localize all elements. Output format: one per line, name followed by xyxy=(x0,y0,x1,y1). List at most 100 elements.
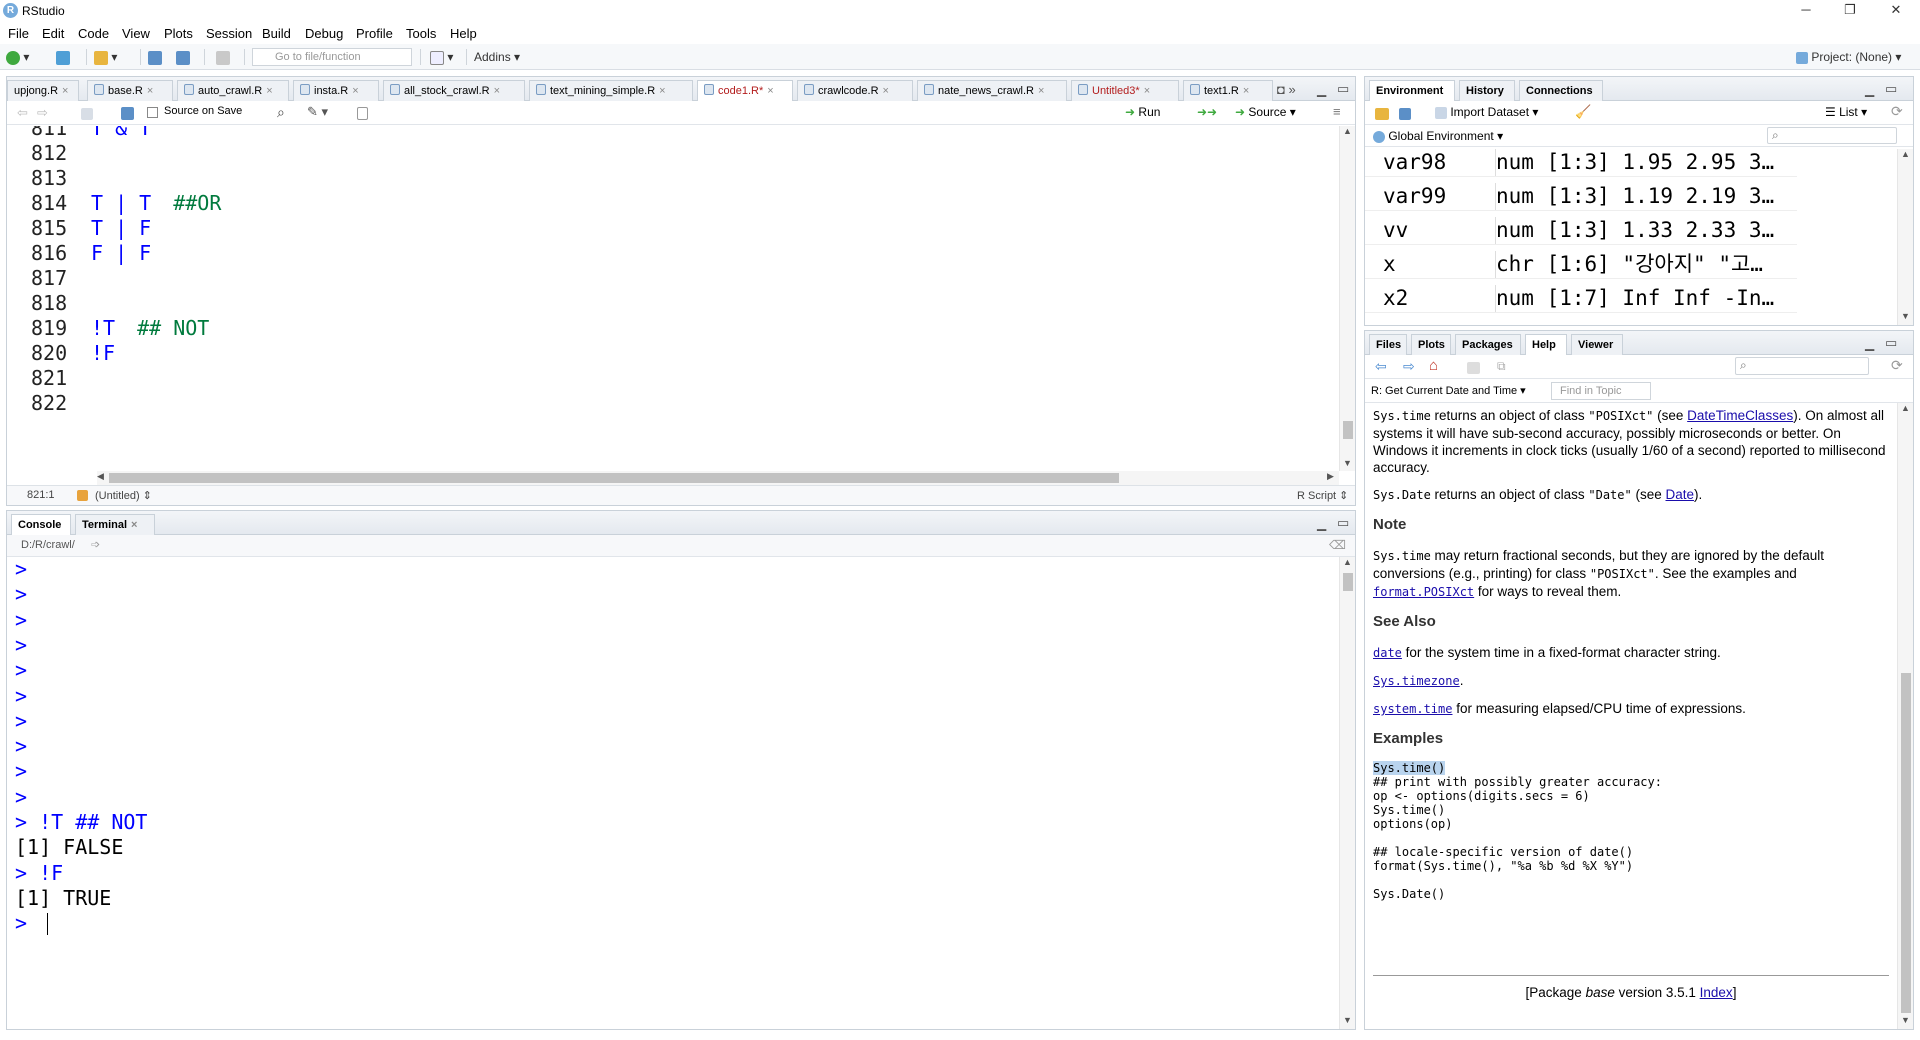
back-arrow-icon[interactable]: ⇦ xyxy=(1375,358,1387,375)
clear-broom-icon[interactable]: 🧹 xyxy=(1575,104,1591,120)
editor-tab-active[interactable]: code1.R* × xyxy=(697,80,793,102)
menu-plots[interactable]: Plots xyxy=(164,26,193,41)
close-tab-icon[interactable]: × xyxy=(352,85,358,97)
source-button[interactable]: ➜ Source ▾ xyxy=(1235,105,1296,119)
menu-debug[interactable]: Debug xyxy=(305,26,343,41)
env-row[interactable]: vv num [1:3] 1.33 2.33 3… xyxy=(1365,217,1797,245)
layout-grid-icon[interactable]: ▾ xyxy=(430,48,453,66)
clear-console-icon[interactable]: ⌫ xyxy=(1329,538,1346,552)
help-link[interactable]: format.POSIXct xyxy=(1373,585,1474,599)
maximize-pane-icon[interactable]: ▭ xyxy=(1337,81,1349,97)
maximize-pane-icon[interactable]: ▭ xyxy=(1337,515,1349,531)
minimize-pane-icon[interactable]: ▁ xyxy=(1865,83,1874,97)
env-scope-menu[interactable]: Global Environment ▾ xyxy=(1373,129,1503,143)
tab-viewer[interactable]: Viewer xyxy=(1571,334,1623,355)
env-row[interactable]: x chr [1:6] "강아지" "고… xyxy=(1365,251,1797,279)
refresh-icon[interactable]: ⟳ xyxy=(1891,103,1903,120)
close-tab-icon[interactable]: × xyxy=(131,519,137,531)
env-row[interactable]: var99 num [1:3] 1.19 2.19 3… xyxy=(1365,183,1797,211)
menu-build[interactable]: Build xyxy=(262,26,291,41)
close-tab-icon[interactable]: × xyxy=(767,85,773,97)
run-button[interactable]: ➜ Run xyxy=(1125,105,1160,119)
save-workspace-icon[interactable] xyxy=(1399,106,1411,120)
minimize-pane-icon[interactable]: ▁ xyxy=(1865,337,1874,351)
tab-help[interactable]: Help xyxy=(1525,334,1567,356)
maximize-pane-icon[interactable]: ▭ xyxy=(1885,335,1897,351)
project-menu[interactable]: Project: (None) ▾ xyxy=(1796,48,1901,66)
forward-arrow-icon[interactable]: ⇨ xyxy=(37,105,48,121)
import-dataset-button[interactable]: Import Dataset ▾ xyxy=(1435,105,1538,119)
menu-file[interactable]: File xyxy=(8,26,29,41)
tab-files[interactable]: Files xyxy=(1369,334,1407,355)
show-in-window-icon[interactable] xyxy=(81,106,93,120)
menu-profile[interactable]: Profile xyxy=(356,26,393,41)
menu-view[interactable]: View xyxy=(122,26,150,41)
tab-connections[interactable]: Connections xyxy=(1519,80,1603,101)
addins-menu[interactable]: Addins ▾ xyxy=(474,48,520,66)
close-tab-icon[interactable]: × xyxy=(1144,85,1150,97)
scroll-thumb[interactable] xyxy=(1901,673,1911,1013)
help-link[interactable]: system.time xyxy=(1373,702,1452,716)
file-type-menu[interactable]: R Script ⇕ xyxy=(1297,489,1348,502)
tab-terminal[interactable]: Terminal × xyxy=(75,514,155,535)
tab-environment[interactable]: Environment xyxy=(1369,80,1455,102)
menu-tools[interactable]: Tools xyxy=(406,26,436,41)
code-editor[interactable]: 811 T & T 812 813 814 T | T ##OR 815 T | F 816 F |… xyxy=(7,126,1337,471)
help-scrollbar[interactable]: ▲ ▼ xyxy=(1897,403,1913,1029)
close-tab-icon[interactable]: × xyxy=(266,85,272,97)
scroll-up-icon[interactable]: ▲ xyxy=(1901,403,1910,413)
tab-console[interactable]: Console xyxy=(11,514,71,536)
close-tab-icon[interactable]: × xyxy=(62,85,68,97)
index-link[interactable]: Index xyxy=(1700,985,1733,1000)
editor-tab[interactable]: text1.R × xyxy=(1183,80,1273,101)
editor-tab[interactable]: auto_crawl.R × xyxy=(177,80,289,101)
minimize-pane-icon[interactable]: ▁ xyxy=(1317,517,1326,531)
goto-dir-icon[interactable]: ➩ xyxy=(91,538,100,551)
close-tab-icon[interactable]: × xyxy=(883,85,889,97)
search-icon[interactable]: ⌕ xyxy=(277,104,285,121)
new-project-icon[interactable] xyxy=(56,48,70,66)
print-icon[interactable] xyxy=(216,48,230,66)
scroll-down-icon[interactable]: ▼ xyxy=(1901,311,1910,321)
close-tab-icon[interactable]: × xyxy=(1038,85,1044,97)
print-icon[interactable] xyxy=(1467,360,1480,374)
help-topic-menu[interactable]: R: Get Current Date and Time ▾ xyxy=(1371,384,1526,397)
home-icon[interactable]: ⌂ xyxy=(1429,357,1438,374)
tab-packages[interactable]: Packages xyxy=(1455,334,1521,355)
view-mode-menu[interactable]: ☰ List ▾ xyxy=(1825,105,1867,119)
scroll-up-icon[interactable]: ▲ xyxy=(1343,126,1352,136)
more-tabs-icon[interactable]: ◘ » xyxy=(1277,82,1296,97)
help-link[interactable]: DateTimeClasses xyxy=(1687,408,1793,423)
scroll-right-icon[interactable]: ▶ xyxy=(1327,471,1334,482)
env-row[interactable]: var98 num [1:3] 1.95 2.95 3… xyxy=(1365,149,1797,177)
help-search-input[interactable]: ⌕ xyxy=(1735,357,1869,375)
env-row[interactable]: x2 num [1:7] Inf Inf -In… xyxy=(1365,285,1797,313)
editor-tab[interactable]: nate_news_crawl.R × xyxy=(917,80,1067,101)
close-tab-icon[interactable]: × xyxy=(659,85,665,97)
forward-arrow-icon[interactable]: ⇨ xyxy=(1403,358,1415,375)
help-link[interactable]: date xyxy=(1373,646,1402,660)
editor-tab[interactable]: all_stock_crawl.R × xyxy=(383,80,525,101)
env-scrollbar[interactable]: ▲ ▼ xyxy=(1897,149,1913,325)
scroll-down-icon[interactable]: ▼ xyxy=(1901,1015,1910,1025)
scroll-down-icon[interactable]: ▼ xyxy=(1343,1015,1352,1025)
editor-tab[interactable]: base.R × xyxy=(87,80,173,101)
help-link[interactable]: Sys.timezone xyxy=(1373,674,1460,688)
open-file-icon[interactable]: ▾ xyxy=(94,48,117,66)
scope-menu[interactable]: (Untitled) ⇕ xyxy=(95,489,152,502)
editor-tab[interactable]: crawlcode.R × xyxy=(797,80,913,101)
scroll-down-icon[interactable]: ▼ xyxy=(1343,458,1352,468)
scroll-thumb[interactable] xyxy=(1343,421,1353,439)
editor-tab[interactable]: text_mining_simple.R × xyxy=(529,80,693,101)
scroll-up-icon[interactable]: ▲ xyxy=(1901,149,1910,159)
minimize-pane-icon[interactable]: ▁ xyxy=(1317,83,1326,97)
restore-icon[interactable]: ❐ xyxy=(1830,0,1870,22)
new-file-icon[interactable]: ▾ xyxy=(6,48,29,66)
minimize-icon[interactable]: ─ xyxy=(1786,0,1826,22)
save-all-icon[interactable] xyxy=(176,48,190,66)
close-icon[interactable]: ✕ xyxy=(1876,0,1916,22)
find-in-topic-input[interactable]: Find in Topic xyxy=(1551,382,1651,400)
example-code[interactable]: Sys.time() ## print with possibly greate… xyxy=(1373,761,1889,901)
goto-file-input[interactable]: Go to file/function xyxy=(252,48,412,66)
save-file-icon[interactable] xyxy=(121,106,134,121)
